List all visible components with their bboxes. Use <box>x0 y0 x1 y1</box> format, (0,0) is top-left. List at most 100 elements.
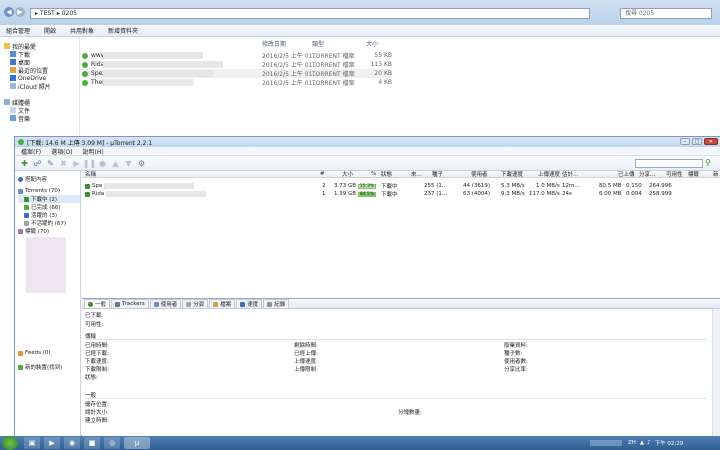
torrent-search-input[interactable] <box>635 159 703 168</box>
tab-pieces[interactable]: 分頁 <box>182 299 209 308</box>
col-availability[interactable]: 可用性 <box>666 171 683 178</box>
favorites-header[interactable]: 我的最愛 <box>4 42 79 51</box>
organize-button[interactable]: 組合管理 <box>6 26 30 35</box>
col-eta[interactable]: 估計... <box>562 171 578 178</box>
move-down-icon[interactable]: ▼ <box>123 158 134 169</box>
create-torrent-icon[interactable]: ✎ <box>45 158 56 169</box>
start-icon[interactable]: ▶ <box>71 158 82 169</box>
nav-item-downloads[interactable]: 下載 <box>4 50 79 59</box>
col-new[interactable]: 新 <box>713 171 719 178</box>
rss-feed-icon <box>18 350 23 356</box>
downloading-item[interactable]: 下載中 (2) <box>18 195 80 203</box>
col-status[interactable]: 狀態 <box>381 171 392 178</box>
close-button[interactable]: ✕ <box>704 138 718 145</box>
menu-options[interactable]: 選項(O) <box>51 147 72 156</box>
menu-file[interactable]: 檔案(F) <box>21 147 41 156</box>
breadcrumb-test[interactable]: TEST <box>40 9 55 19</box>
column-type[interactable]: 類型 <box>312 39 324 48</box>
devices-item[interactable]: 新的裝置(找到) <box>18 363 80 371</box>
column-modified[interactable]: 修改日期 <box>262 39 286 48</box>
divider <box>85 398 707 399</box>
taskbar-chrome-icon[interactable]: ◎ <box>104 437 120 449</box>
tray-network-icon[interactable]: ▲ <box>640 440 644 446</box>
file-row[interactable]: TheP 2016/2/5 上午 01... TORRENT 檔案 4 KB <box>82 78 392 87</box>
file-row[interactable]: Rida 2016/2/5 上午 01... TORRENT 檔案 113 KB <box>82 60 392 69</box>
clock[interactable]: 下午 02:29 <box>655 439 684 447</box>
language-indicator[interactable]: ZH <box>628 440 636 446</box>
col-label[interactable]: 標籤 <box>688 171 699 178</box>
breadcrumb-0205[interactable]: 0205 <box>62 9 77 19</box>
window-title: [下載: 14.6 M 上傳 3.09 M] - µTorrent 2.2.1 <box>27 139 153 147</box>
tab-trackers[interactable]: Trackers <box>111 299 149 308</box>
col-ratio[interactable]: 分享... <box>639 171 655 178</box>
forward-arrow-icon[interactable]: ▶ <box>15 7 25 17</box>
taskbar-media-icon[interactable]: ▶ <box>44 437 60 449</box>
col-down-speed[interactable]: 下載速度 <box>501 171 523 178</box>
active-item[interactable]: 活躍的 (3) <box>18 211 80 219</box>
col-peers[interactable]: 使用者 <box>471 171 488 178</box>
category-sidebar: 搭配內容 Torrents (70) 下載中 (2) 已完成 (66) 活躍的 … <box>15 171 81 437</box>
taskbar-utorrent-icon[interactable]: µ <box>124 437 150 449</box>
taskbar-firefox-icon[interactable]: ◉ <box>64 437 80 449</box>
completed-item[interactable]: 已完成 (66) <box>18 203 80 211</box>
column-size[interactable]: 大小 <box>366 39 378 48</box>
share-button[interactable]: 共用對象 <box>70 26 94 35</box>
guide-icon <box>18 176 23 182</box>
start-button[interactable] <box>2 436 18 450</box>
torrent-row[interactable]: Spe 2 3.73 GB 15.3% 下載中 255 (1... 44 (36… <box>82 182 720 190</box>
minimize-button[interactable]: – <box>680 138 690 145</box>
col-percent[interactable]: % <box>371 171 376 177</box>
nav-item-icloud[interactable]: iCloud 照片 <box>4 82 79 91</box>
new-folder-button[interactable]: 新增資料夾 <box>108 26 138 35</box>
open-button[interactable]: 開啟 <box>44 26 56 35</box>
tray-speed-meter <box>590 440 622 446</box>
taskbar-explorer-icon[interactable]: ▣ <box>24 437 40 449</box>
col-seeds[interactable]: 種子 <box>432 171 443 178</box>
nav-item-documents[interactable]: 文件 <box>4 106 79 115</box>
maximize-button[interactable]: □ <box>692 138 702 145</box>
tab-speed[interactable]: 速度 <box>236 299 263 308</box>
search-icon[interactable]: ⚲ <box>705 158 711 167</box>
file-row[interactable]: www 2016/2/5 上午 01... TORRENT 檔案 55 KB <box>82 51 392 60</box>
file-column-headers: 修改日期 類型 大小 <box>82 39 392 48</box>
nav-item-music[interactable]: 音樂 <box>4 114 79 123</box>
nav-item-recent[interactable]: 最近的位置 <box>4 66 79 75</box>
file-row[interactable]: Spez 2016/2/5 上午 01... TORRENT 檔案 20 KB <box>82 69 392 78</box>
menu-help[interactable]: 說明(H) <box>83 147 104 156</box>
address-bar[interactable]: ▸ TEST ▸ 0205 <box>30 8 590 19</box>
col-up-speed[interactable]: 上傳速度 <box>538 171 560 178</box>
feeds-item[interactable]: Feeds (0) <box>18 349 80 357</box>
checkmark-icon <box>24 204 29 210</box>
col-size[interactable]: 大小 <box>342 171 353 178</box>
add-torrent-icon[interactable]: ✚ <box>19 158 30 169</box>
col-uploaded[interactable]: 已上傳 <box>618 171 635 178</box>
torrent-row[interactable]: Rida 1 1.39 GB 84.5% 下載中 237 (1... 63 (4… <box>82 190 720 198</box>
add-url-icon[interactable]: ☍ <box>32 158 43 169</box>
move-up-icon[interactable]: ▲ <box>110 158 121 169</box>
torrent-list: 名稱 # 大小 % 狀態 來... 種子 使用者 下載速度 上傳速度 估計...… <box>82 171 720 299</box>
gear-icon[interactable]: ⚙ <box>136 158 147 169</box>
guide-item[interactable]: 搭配內容 <box>18 175 80 183</box>
col-source[interactable]: 來... <box>411 171 422 178</box>
utorrent-file-icon <box>82 70 88 77</box>
taskbar-app-icon[interactable]: ■ <box>84 437 100 449</box>
inactive-item[interactable]: 不活躍的 (67) <box>18 219 80 227</box>
tab-files[interactable]: 檔案 <box>209 299 236 308</box>
tab-peers[interactable]: 使用者 <box>149 299 182 308</box>
col-name[interactable]: 名稱 <box>85 171 96 178</box>
detail-scrollbar[interactable] <box>712 309 720 437</box>
stop-icon[interactable]: ● <box>97 158 108 169</box>
back-arrow-icon[interactable]: ◀ <box>4 7 14 17</box>
pause-icon[interactable]: ❚❚ <box>83 158 96 169</box>
tab-general[interactable]: 一般 <box>84 299 111 308</box>
torrents-item[interactable]: Torrents (70) <box>18 187 80 195</box>
remove-icon[interactable]: ✖ <box>58 158 69 169</box>
tab-logger[interactable]: 紀錄 <box>263 299 290 308</box>
utorrent-file-icon <box>82 79 88 86</box>
labels-item[interactable]: 標籤 (70) <box>18 227 80 235</box>
tray-volume-icon[interactable]: ♪ <box>647 440 651 446</box>
utorrent-file-icon <box>82 61 88 68</box>
col-number[interactable]: # <box>320 171 325 177</box>
search-input[interactable]: 搜尋 0205 <box>620 8 712 19</box>
libraries-header[interactable]: 媒體櫃 <box>4 98 79 107</box>
